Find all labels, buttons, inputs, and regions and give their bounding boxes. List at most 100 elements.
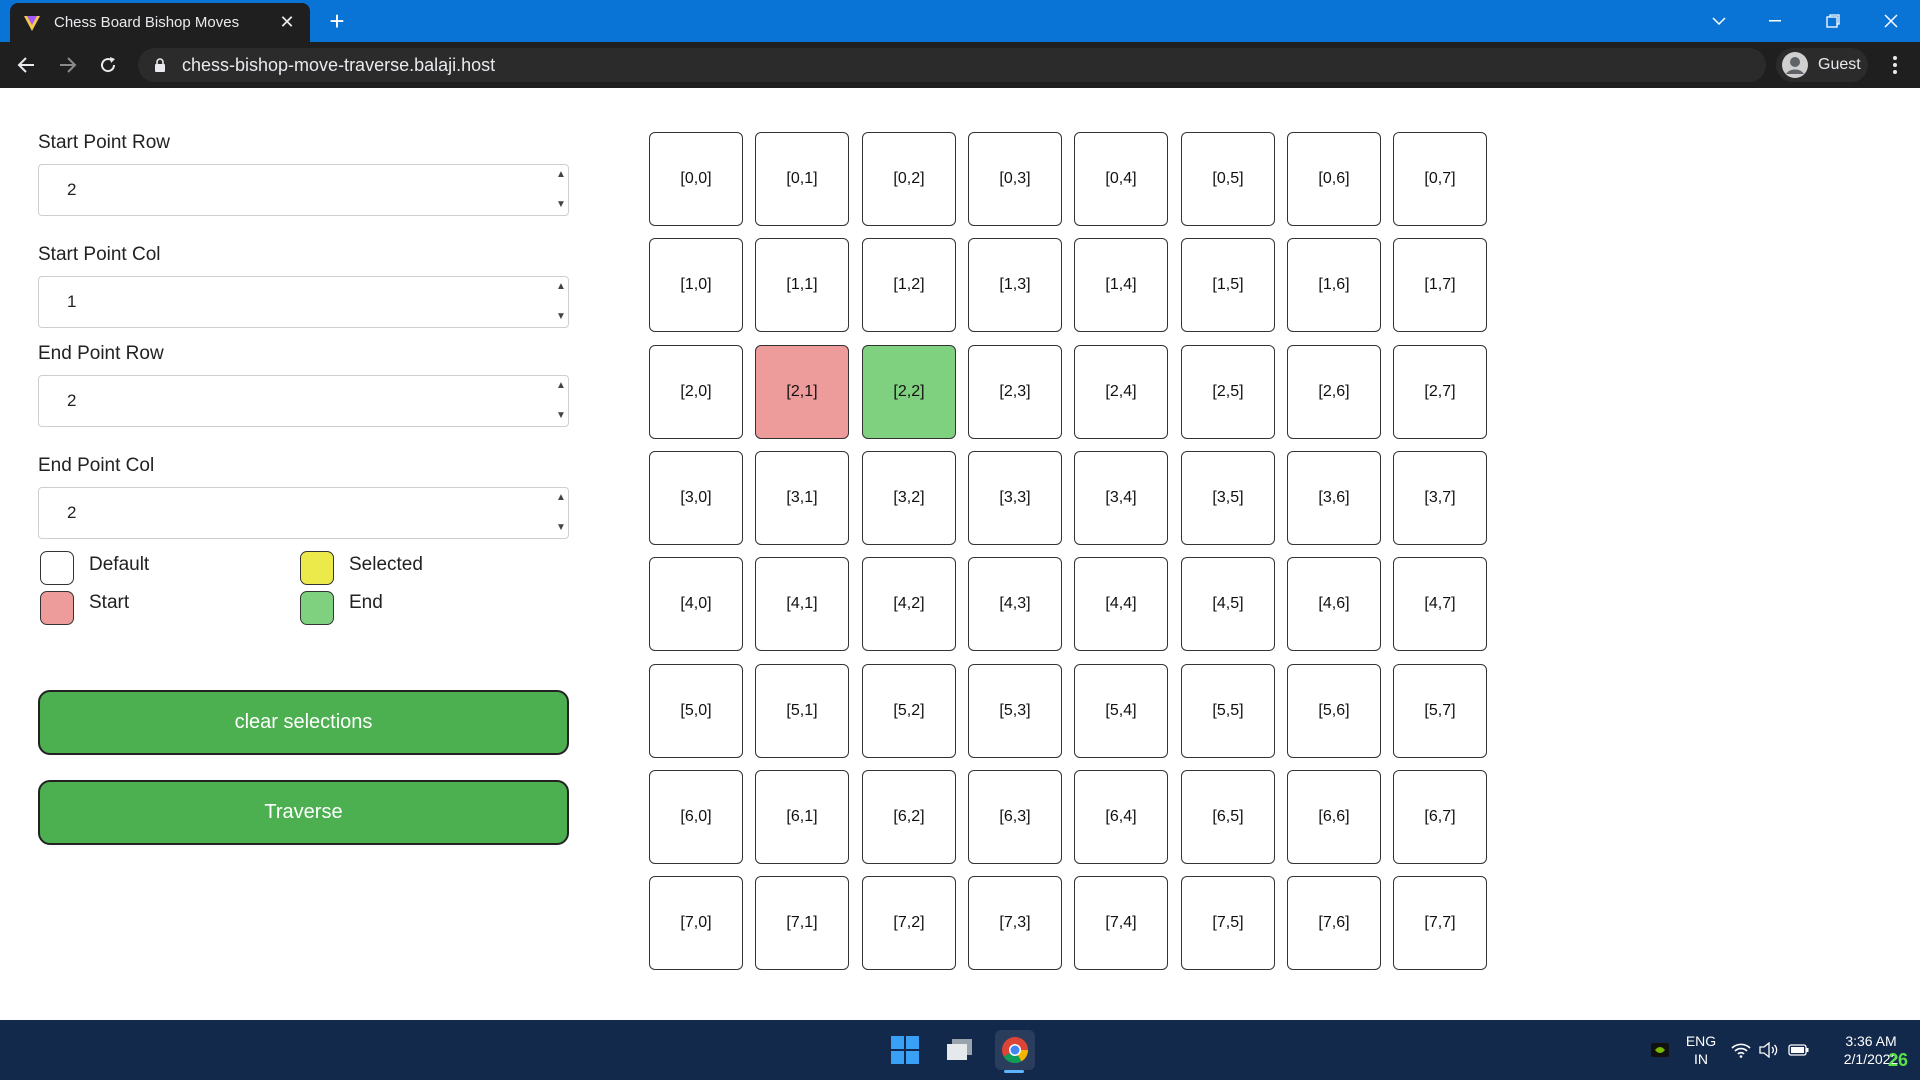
board-cell-4-4[interactable]: [4,4] [1074,557,1168,651]
minimize-icon[interactable] [1746,0,1804,42]
board-cell-2-7[interactable]: [2,7] [1393,345,1487,439]
board-cell-0-4[interactable]: [0,4] [1074,132,1168,226]
board-cell-7-2[interactable]: [7,2] [862,876,956,970]
more-menu-icon[interactable] [1880,50,1910,80]
board-cell-0-2[interactable]: [0,2] [862,132,956,226]
wifi-icon[interactable] [1728,1030,1754,1070]
end-col-stepper[interactable]: ▲ ▼ [554,493,568,533]
board-cell-5-7[interactable]: [5,7] [1393,664,1487,758]
reload-icon[interactable] [92,49,124,81]
language-indicator[interactable]: ENG IN [1684,1032,1718,1068]
start-col-input[interactable] [38,276,569,328]
board-cell-4-5[interactable]: [4,5] [1181,557,1275,651]
board-cell-7-6[interactable]: [7,6] [1287,876,1381,970]
back-arrow-icon[interactable] [10,49,42,81]
board-cell-1-4[interactable]: [1,4] [1074,238,1168,332]
board-cell-5-5[interactable]: [5,5] [1181,664,1275,758]
board-cell-6-0[interactable]: [6,0] [649,770,743,864]
clear-selections-button[interactable]: clear selections [38,690,569,755]
board-cell-5-2[interactable]: [5,2] [862,664,956,758]
board-cell-3-2[interactable]: [3,2] [862,451,956,545]
board-cell-3-7[interactable]: [3,7] [1393,451,1487,545]
browser-tab[interactable]: Chess Board Bishop Moves ✕ [10,3,310,42]
end-row-stepper[interactable]: ▲ ▼ [554,381,568,421]
board-cell-7-5[interactable]: [7,5] [1181,876,1275,970]
traverse-button[interactable]: Traverse [38,780,569,845]
board-cell-1-2[interactable]: [1,2] [862,238,956,332]
start-menu-icon[interactable] [885,1030,925,1070]
board-cell-1-7[interactable]: [1,7] [1393,238,1487,332]
forward-arrow-icon[interactable] [52,49,84,81]
chevron-down-icon[interactable]: ▼ [556,312,566,322]
board-cell-0-5[interactable]: [0,5] [1181,132,1275,226]
board-cell-6-7[interactable]: [6,7] [1393,770,1487,864]
board-cell-0-7[interactable]: [0,7] [1393,132,1487,226]
chrome-taskbar-icon[interactable] [995,1030,1035,1070]
nvidia-tray-icon[interactable] [1640,1030,1680,1070]
chevron-down-icon[interactable]: ▼ [556,523,566,533]
board-cell-5-3[interactable]: [5,3] [968,664,1062,758]
board-cell-3-5[interactable]: [3,5] [1181,451,1275,545]
board-cell-4-3[interactable]: [4,3] [968,557,1062,651]
chevron-up-icon[interactable]: ▲ [556,282,566,292]
board-cell-7-3[interactable]: [7,3] [968,876,1062,970]
board-cell-0-6[interactable]: [0,6] [1287,132,1381,226]
chevron-up-icon[interactable]: ▲ [556,170,566,180]
battery-icon[interactable] [1786,1030,1812,1070]
board-cell-5-0[interactable]: [5,0] [649,664,743,758]
board-cell-3-6[interactable]: [3,6] [1287,451,1381,545]
chevron-down-icon[interactable]: ▼ [556,411,566,421]
volume-icon[interactable] [1756,1030,1782,1070]
board-cell-1-0[interactable]: [1,0] [649,238,743,332]
end-row-input[interactable] [38,375,569,427]
close-window-icon[interactable] [1862,0,1920,42]
board-cell-2-3[interactable]: [2,3] [968,345,1062,439]
tab-search-icon[interactable] [1690,0,1748,42]
board-cell-4-2[interactable]: [4,2] [862,557,956,651]
chevron-up-icon[interactable]: ▲ [556,381,566,391]
board-cell-2-6[interactable]: [2,6] [1287,345,1381,439]
board-cell-2-4[interactable]: [2,4] [1074,345,1168,439]
board-cell-5-4[interactable]: [5,4] [1074,664,1168,758]
board-cell-2-2[interactable]: [2,2] [862,345,956,439]
chevron-down-icon[interactable]: ▼ [556,200,566,210]
chevron-up-icon[interactable]: ▲ [556,493,566,503]
board-cell-6-6[interactable]: [6,6] [1287,770,1381,864]
board-cell-4-7[interactable]: [4,7] [1393,557,1487,651]
board-cell-7-4[interactable]: [7,4] [1074,876,1168,970]
board-cell-1-1[interactable]: [1,1] [755,238,849,332]
board-cell-2-1[interactable]: [2,1] [755,345,849,439]
board-cell-7-1[interactable]: [7,1] [755,876,849,970]
board-cell-3-4[interactable]: [3,4] [1074,451,1168,545]
board-cell-7-0[interactable]: [7,0] [649,876,743,970]
board-cell-3-3[interactable]: [3,3] [968,451,1062,545]
profile-button[interactable]: Guest [1776,48,1868,82]
board-cell-6-2[interactable]: [6,2] [862,770,956,864]
board-cell-4-1[interactable]: [4,1] [755,557,849,651]
board-cell-5-6[interactable]: [5,6] [1287,664,1381,758]
board-cell-0-1[interactable]: [0,1] [755,132,849,226]
new-tab-button[interactable]: + [322,6,352,36]
board-cell-2-0[interactable]: [2,0] [649,345,743,439]
board-cell-3-1[interactable]: [3,1] [755,451,849,545]
start-row-stepper[interactable]: ▲ ▼ [554,170,568,210]
board-cell-6-3[interactable]: [6,3] [968,770,1062,864]
start-row-input[interactable] [38,164,569,216]
task-view-icon[interactable] [940,1030,980,1070]
board-cell-1-6[interactable]: [1,6] [1287,238,1381,332]
board-cell-0-0[interactable]: [0,0] [649,132,743,226]
board-cell-1-5[interactable]: [1,5] [1181,238,1275,332]
board-cell-6-4[interactable]: [6,4] [1074,770,1168,864]
board-cell-6-1[interactable]: [6,1] [755,770,849,864]
board-cell-0-3[interactable]: [0,3] [968,132,1062,226]
end-col-input[interactable] [38,487,569,539]
board-cell-2-5[interactable]: [2,5] [1181,345,1275,439]
address-bar[interactable]: chess-bishop-move-traverse.balaji.host [138,48,1766,82]
board-cell-4-6[interactable]: [4,6] [1287,557,1381,651]
restore-icon[interactable] [1804,0,1862,42]
board-cell-5-1[interactable]: [5,1] [755,664,849,758]
tab-close-icon[interactable]: ✕ [276,12,298,34]
board-cell-3-0[interactable]: [3,0] [649,451,743,545]
board-cell-6-5[interactable]: [6,5] [1181,770,1275,864]
board-cell-7-7[interactable]: [7,7] [1393,876,1487,970]
